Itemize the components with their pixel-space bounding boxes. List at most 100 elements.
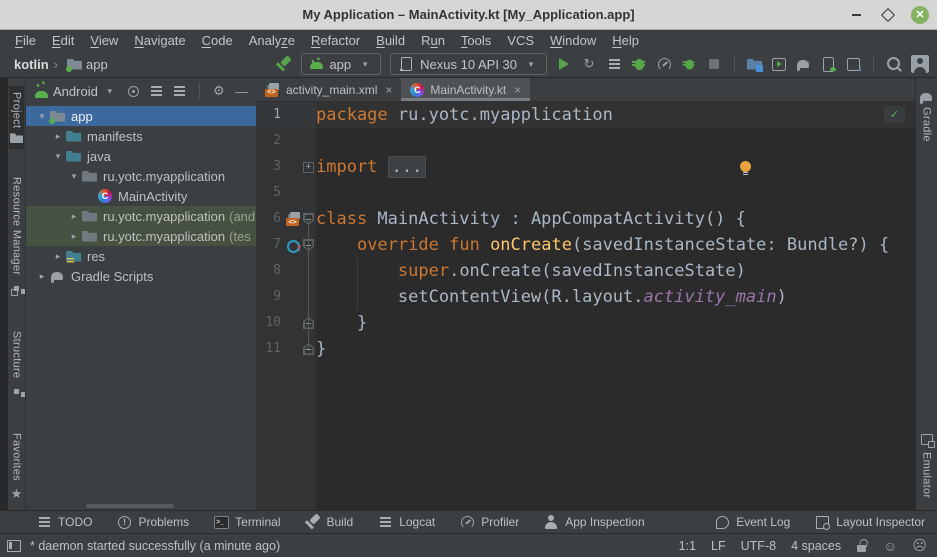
menu-edit[interactable]: Edit <box>45 33 81 48</box>
menu-code[interactable]: Code <box>195 33 240 48</box>
breadcrumb-root[interactable]: kotlin <box>14 57 49 72</box>
tree-row-app[interactable]: ▾app <box>26 106 256 126</box>
tool-strip-tab-resource-manager[interactable]: Resource Manager <box>8 171 26 302</box>
inspection-status-icon[interactable]: ✓ <box>884 106 905 123</box>
apply-code-changes-button[interactable] <box>606 56 622 72</box>
settings-button[interactable]: ⚙ <box>212 84 226 98</box>
menu-analyze[interactable]: Analyze <box>242 33 302 48</box>
collapse-all-button[interactable] <box>173 84 187 98</box>
close-button[interactable]: ✕ <box>911 6 929 24</box>
menu-window[interactable]: Window <box>543 33 603 48</box>
close-tab-icon[interactable]: × <box>385 83 392 97</box>
debug-button[interactable] <box>631 56 647 72</box>
tool-button-terminal[interactable]: Terminal <box>213 514 280 530</box>
chevron-right-icon[interactable]: ▸ <box>66 211 82 222</box>
chevron-down-icon[interactable]: ▾ <box>34 111 50 122</box>
tool-button-layout-inspector[interactable]: Layout Inspector <box>814 514 925 530</box>
tool-strip-tab-gradle[interactable]: Gradle <box>918 86 935 148</box>
tool-button-build[interactable]: Build <box>305 514 354 530</box>
tree-row-package-test[interactable]: ▸ru.yotc.myapplication(tes <box>26 226 256 246</box>
tree-row-java[interactable]: ▾java <box>26 146 256 166</box>
tool-strip-tab-emulator[interactable]: Emulator <box>918 426 936 504</box>
status-indent-size[interactable]: 4 spaces <box>791 539 841 553</box>
restore-button[interactable] <box>879 6 897 24</box>
tool-button-profiler[interactable]: Profiler <box>459 514 519 530</box>
tool-button-event-log[interactable]: Event Log <box>714 514 790 530</box>
device-manager-button[interactable] <box>771 56 787 72</box>
chevron-down-icon[interactable]: ▾ <box>66 171 82 182</box>
frowning-face-icon[interactable]: ☹ <box>912 537 927 554</box>
chevron-right-icon[interactable]: ▸ <box>50 131 66 142</box>
menu-help[interactable]: Help <box>605 33 646 48</box>
status-caret-position[interactable]: 1:1 <box>679 539 696 553</box>
stop-button[interactable] <box>706 56 722 72</box>
tool-button-logcat[interactable]: Logcat <box>377 514 435 530</box>
horizontal-scrollbar[interactable] <box>86 504 174 508</box>
tree-row-gradle-scripts[interactable]: ▸Gradle Scripts <box>26 266 256 286</box>
smiley-face-icon[interactable]: ☺ <box>883 538 897 554</box>
hide-panel-button[interactable]: — <box>235 84 249 98</box>
menu-build[interactable]: Build <box>369 33 412 48</box>
lock-icon[interactable] <box>856 539 868 553</box>
gutter-icon-slot <box>286 154 301 180</box>
menu-refactor[interactable]: Refactor <box>304 33 367 48</box>
profile-avatar-button[interactable] <box>911 55 929 73</box>
menu-navigate[interactable]: Navigate <box>127 33 192 48</box>
apply-changes-button[interactable]: ↻ <box>581 56 597 72</box>
build-hammer-button[interactable] <box>276 56 292 72</box>
code-editor[interactable]: 1package ru.yotc.myapplication23+import … <box>256 102 915 510</box>
device-select[interactable]: Nexus 10 API 30 ▾ <box>390 53 547 75</box>
menu-file[interactable]: File <box>8 33 43 48</box>
tree-row-package-androidtest[interactable]: ▸ru.yotc.myapplication(and <box>26 206 256 226</box>
menu-run[interactable]: Run <box>414 33 452 48</box>
tool-button-todo[interactable]: TODO <box>36 514 92 530</box>
code-line-7: 7 override fun onCreate(savedInstanceSta… <box>256 232 915 258</box>
fold-expand-icon[interactable]: + <box>303 162 314 173</box>
package-icon <box>82 231 97 242</box>
tool-strip-label: Structure <box>11 331 23 378</box>
search-everywhere-button[interactable] <box>886 56 902 72</box>
status-line-ending[interactable]: LF <box>711 539 726 553</box>
device-file-explorer-button[interactable] <box>747 59 762 70</box>
editor-area: activity_main.xml×MainActivity.kt× 1pack… <box>256 78 915 510</box>
tool-strip-tab-project[interactable]: Project <box>9 86 24 149</box>
attach-debugger-button[interactable] <box>682 57 696 71</box>
tree-row-manifests[interactable]: ▸manifests <box>26 126 256 146</box>
menu-vcs[interactable]: VCS <box>500 33 541 48</box>
overriding-method-icon[interactable] <box>287 238 301 252</box>
project-view-select[interactable]: Android <box>53 84 98 99</box>
locate-button[interactable] <box>127 84 141 98</box>
layout-file-icon[interactable] <box>286 212 301 226</box>
gradle-sync-button[interactable] <box>796 59 811 70</box>
close-tab-icon[interactable]: × <box>514 83 521 97</box>
chevron-down-icon[interactable]: ▾ <box>50 151 66 162</box>
profiler-button[interactable] <box>656 56 672 72</box>
status-file-encoding[interactable]: UTF-8 <box>741 539 776 553</box>
tool-strip-tab-structure[interactable]: Structure <box>8 325 26 405</box>
tree-row-res[interactable]: ▸res <box>26 246 256 266</box>
tree-row-mainactivity[interactable]: MainActivity <box>26 186 256 206</box>
expand-all-button[interactable] <box>150 84 164 98</box>
tool-strip-tab-favorites[interactable]: Favorites★ <box>8 427 26 508</box>
breadcrumb-current[interactable]: app <box>86 57 108 72</box>
sdk-manager-button[interactable] <box>845 56 861 72</box>
toolwindow-toggle-icon[interactable] <box>6 538 22 554</box>
tool-button-app-inspection[interactable]: App Inspection <box>543 514 644 530</box>
dropdown-arrow-icon: ▾ <box>103 84 117 98</box>
code-text: import ... <box>316 154 426 180</box>
editor-tab-activity_main.xml[interactable]: activity_main.xml× <box>256 78 401 101</box>
tool-button-problems[interactable]: Problems <box>116 514 189 530</box>
chevron-right-icon[interactable]: ▸ <box>66 231 82 242</box>
menu-tools[interactable]: Tools <box>454 33 498 48</box>
run-configuration-select[interactable]: app ▾ <box>301 53 381 75</box>
avd-manager-button[interactable] <box>820 56 836 72</box>
run-button[interactable] <box>556 56 572 72</box>
minimize-button[interactable] <box>847 6 865 24</box>
tree-row-package-main[interactable]: ▾ru.yotc.myapplication <box>26 166 256 186</box>
menu-view[interactable]: View <box>83 33 125 48</box>
bulb-icon[interactable] <box>739 161 751 176</box>
chevron-right-icon[interactable]: ▸ <box>50 251 66 262</box>
code-line-9: 9 setContentView(R.layout.activity_main) <box>256 284 915 310</box>
editor-tab-MainActivity.kt[interactable]: MainActivity.kt× <box>401 78 530 101</box>
chevron-right-icon[interactable]: ▸ <box>34 271 50 282</box>
